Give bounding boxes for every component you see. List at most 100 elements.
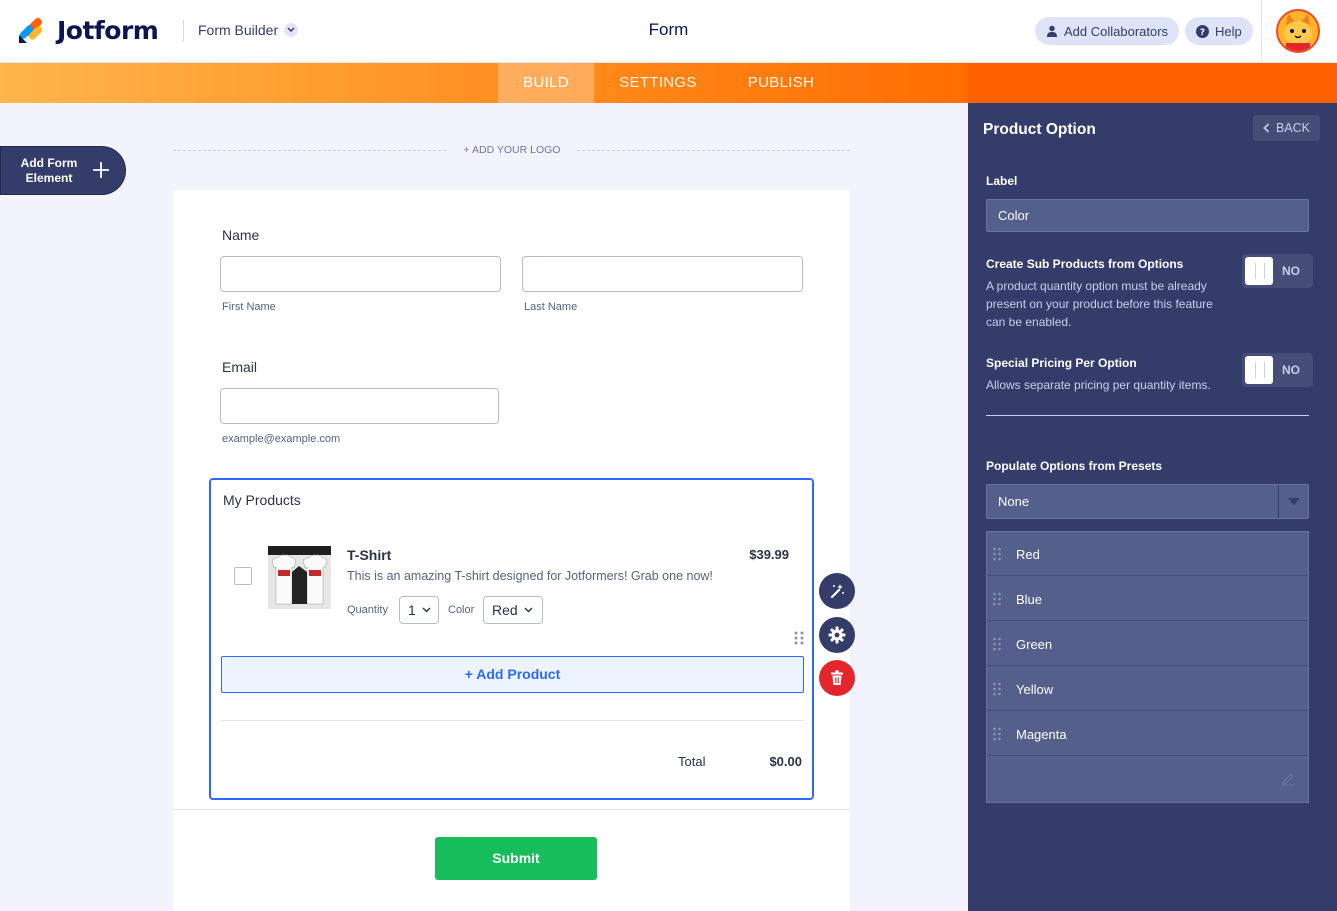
tab-build[interactable]: BUILD <box>498 63 594 103</box>
last-name-input[interactable] <box>522 256 803 292</box>
drag-handle-icon[interactable] <box>993 682 1001 696</box>
presets-value: None <box>998 494 1030 509</box>
quantity-label: Quantity <box>347 604 388 616</box>
special-pricing-description: Allows separate pricing per quantity ite… <box>986 378 1211 392</box>
color-select[interactable]: Red <box>483 596 543 624</box>
add-product-button[interactable]: + Add Product <box>221 656 804 693</box>
product-checkbox[interactable] <box>234 567 252 585</box>
special-pricing-toggle[interactable]: NO <box>1242 353 1313 387</box>
add-form-element-label: Add Form Element <box>20 156 78 185</box>
back-button[interactable]: BACK <box>1253 115 1320 141</box>
product-description: This is an amazing T-shirt designed for … <box>347 569 713 583</box>
question-icon: ? <box>1196 24 1209 38</box>
email-field[interactable] <box>220 388 499 424</box>
add-logo-link[interactable]: + ADD YOUR LOGO <box>448 144 576 156</box>
back-label: BACK <box>1275 121 1311 135</box>
properties-wand-button[interactable] <box>819 573 855 609</box>
header-divider <box>183 20 184 42</box>
sub-products-toggle[interactable]: NO <box>1242 254 1313 288</box>
special-pricing-title: Special Pricing Per Option <box>986 356 1137 370</box>
drag-handle-icon[interactable] <box>993 727 1001 741</box>
sub-products-toggle-state: NO <box>1282 264 1300 278</box>
options-list[interactable]: Red Blue Green Yellow Magenta <box>986 531 1309 803</box>
chevron-down-icon <box>284 23 299 37</box>
total-label: Total <box>678 754 706 769</box>
product-image <box>268 546 331 609</box>
chevron-down-icon <box>422 607 431 613</box>
products-title: My Products <box>223 492 301 508</box>
svg-text:?: ? <box>1200 28 1205 38</box>
special-pricing-toggle-state: NO <box>1282 363 1300 377</box>
plus-icon <box>91 158 111 184</box>
drag-handle-icon[interactable] <box>794 631 804 645</box>
builder-nav: BUILD SETTINGS PUBLISH <box>0 63 968 103</box>
avatar-area <box>1261 0 1337 63</box>
delete-field-button[interactable] <box>819 660 855 696</box>
gear-icon <box>828 626 846 644</box>
option-label: Red <box>1016 547 1040 562</box>
avatar[interactable] <box>1276 9 1320 53</box>
color-value: Red <box>492 602 518 618</box>
name-label: Name <box>222 227 260 243</box>
email-label: Email <box>222 359 258 375</box>
trash-icon <box>831 670 843 685</box>
add-collaborators-label: Add Collaborators <box>1064 23 1169 39</box>
panel-divider <box>986 415 1309 416</box>
list-item[interactable]: Yellow <box>987 667 1308 711</box>
label-input[interactable]: Color <box>986 199 1309 232</box>
total-value: $0.00 <box>769 754 802 769</box>
list-item[interactable]: Green <box>987 622 1308 666</box>
product-price: $39.99 <box>749 547 789 562</box>
magic-wand-icon <box>830 584 844 599</box>
color-label: Color <box>448 604 475 616</box>
add-form-element-button[interactable]: Add Form Element <box>0 146 126 195</box>
product-list-field[interactable]: My Products T-Shirt $39.99 This is an am… <box>209 478 814 800</box>
caret-down-icon <box>1278 485 1308 518</box>
option-label: Yellow <box>1016 682 1054 697</box>
form-builder-dropdown[interactable]: Form Builder <box>198 22 299 38</box>
email-sublabel: example@example.com <box>222 433 341 445</box>
sub-products-title: Create Sub Products from Options <box>986 257 1184 271</box>
quantity-select[interactable]: 1 <box>399 596 439 624</box>
logo-divider-left <box>173 150 446 151</box>
product-option-panel: Product Option BACK Label Color Create S… <box>968 103 1337 911</box>
chevron-left-icon <box>1263 123 1270 133</box>
submit-button[interactable]: Submit <box>435 837 597 880</box>
brand-name: Jotform <box>57 15 159 45</box>
pencil-icon[interactable] <box>1281 772 1295 786</box>
products-divider <box>221 720 804 721</box>
top-bar: Jotform Form Builder Form Add Collaborat… <box>0 0 1337 63</box>
list-item[interactable]: Red <box>987 532 1308 576</box>
label-field-title: Label <box>986 174 1018 188</box>
drag-handle-icon[interactable] <box>993 592 1001 606</box>
help-label: Help <box>1215 23 1242 39</box>
help-button[interactable]: ? Help <box>1185 17 1253 45</box>
option-label: Blue <box>1016 592 1043 607</box>
list-item[interactable]: Blue <box>987 577 1308 621</box>
jotform-logo-icon <box>19 18 43 43</box>
user-icon <box>1047 25 1057 37</box>
tab-publish[interactable]: PUBLISH <box>732 63 830 103</box>
list-item[interactable]: Magenta <box>987 712 1308 756</box>
logo-divider-right <box>577 150 850 151</box>
chevron-down-icon <box>524 607 533 613</box>
panel-title: Product Option <box>983 121 1096 138</box>
first-name-input[interactable] <box>220 256 501 292</box>
presets-select[interactable]: None <box>986 484 1309 519</box>
add-collaborators-button[interactable]: Add Collaborators <box>1035 17 1180 45</box>
option-label: Magenta <box>1016 727 1067 742</box>
field-settings-button[interactable] <box>819 617 855 653</box>
presets-title: Populate Options from Presets <box>986 459 1163 473</box>
quantity-value: 1 <box>408 602 416 618</box>
toggle-knob <box>1245 257 1273 285</box>
last-name-sublabel: Last Name <box>524 301 578 313</box>
form-builder-label: Form Builder <box>198 22 279 38</box>
product-name: T-Shirt <box>347 547 392 563</box>
jotform-logo[interactable]: Jotform <box>17 15 159 45</box>
drag-handle-icon[interactable] <box>993 637 1001 651</box>
tab-settings[interactable]: SETTINGS <box>604 63 712 103</box>
submit-divider <box>173 809 850 810</box>
toggle-knob <box>1245 356 1273 384</box>
first-name-sublabel: First Name <box>222 301 276 313</box>
drag-handle-icon[interactable] <box>993 547 1001 561</box>
